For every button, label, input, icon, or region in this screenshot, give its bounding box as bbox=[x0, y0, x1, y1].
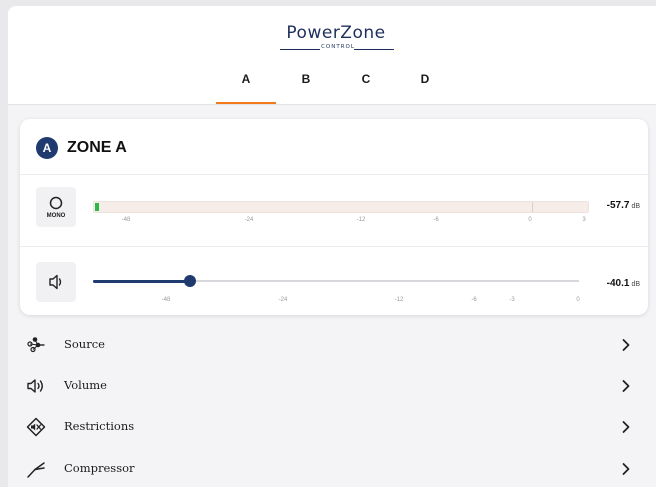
mono-toggle-button[interactable]: MONO bbox=[36, 187, 76, 227]
mono-label: MONO bbox=[46, 213, 66, 219]
source-icon bbox=[27, 337, 45, 353]
meter-readout: -57.7 dB bbox=[607, 200, 640, 211]
meter-tick: -12 bbox=[356, 217, 366, 223]
tab-d[interactable]: D bbox=[395, 70, 455, 104]
meter-tick: 3 bbox=[582, 217, 586, 223]
meter-tick: -6 bbox=[433, 217, 439, 223]
app-window: PowerZone CONTROL A B C D A ZONE A MONO bbox=[8, 6, 656, 487]
mute-button[interactable] bbox=[36, 262, 76, 302]
logo-line-left bbox=[280, 49, 320, 50]
volume-tick: -3 bbox=[509, 297, 515, 303]
zone-card: A ZONE A MONO -48 -24 -12 -6 0 3 -57.7 dB bbox=[20, 119, 648, 315]
level-meter-fill bbox=[95, 203, 99, 211]
logo-sub-text: CONTROL bbox=[321, 44, 355, 50]
volume-readout: -40.1 dB bbox=[607, 278, 640, 289]
menu-label: Volume bbox=[64, 378, 107, 392]
volume-slider-fill bbox=[93, 279, 190, 283]
volume-slider-thumb[interactable] bbox=[184, 275, 196, 287]
zone-title: ZONE A bbox=[67, 139, 127, 156]
volume-value: -40.1 bbox=[606, 278, 630, 289]
volume-tick: -48 bbox=[161, 297, 171, 303]
chevron-right-icon bbox=[622, 463, 630, 475]
menu-item-compressor[interactable]: Compressor bbox=[8, 448, 656, 487]
logo-subtitle: CONTROL bbox=[266, 44, 406, 54]
meter-tick: 0 bbox=[528, 217, 532, 223]
divider bbox=[20, 246, 648, 247]
header: PowerZone CONTROL A B C D bbox=[8, 6, 656, 105]
menu-item-volume[interactable]: Volume bbox=[8, 365, 656, 407]
chevron-right-icon bbox=[622, 339, 630, 351]
volume-tick: -12 bbox=[394, 297, 404, 303]
chevron-right-icon bbox=[622, 421, 630, 433]
level-meter bbox=[93, 201, 589, 213]
meter-tick: -24 bbox=[244, 217, 254, 223]
zone-badge: A bbox=[36, 137, 58, 159]
menu-label: Restrictions bbox=[64, 419, 135, 433]
chevron-right-icon bbox=[622, 380, 630, 392]
meter-tick: -48 bbox=[121, 217, 131, 223]
mono-circle-icon bbox=[49, 196, 63, 210]
volume-tick: -24 bbox=[278, 297, 288, 303]
volume-slider[interactable] bbox=[93, 275, 579, 287]
meter-zero-mark bbox=[532, 202, 533, 212]
divider bbox=[20, 174, 648, 175]
tab-c[interactable]: C bbox=[336, 70, 396, 104]
menu-item-source[interactable]: Source bbox=[8, 324, 656, 366]
meter-value: -57.7 bbox=[606, 200, 630, 211]
menu-label: Source bbox=[64, 337, 105, 351]
menu-label: Compressor bbox=[64, 461, 135, 475]
logo-line-right bbox=[354, 49, 394, 50]
powerzone-logo: PowerZone CONTROL bbox=[266, 23, 406, 61]
tab-a[interactable]: A bbox=[216, 70, 276, 104]
volume-tick: 0 bbox=[576, 297, 580, 303]
menu-item-restrictions[interactable]: Restrictions bbox=[8, 406, 656, 448]
tab-b[interactable]: B bbox=[276, 70, 336, 104]
logo-title: PowerZone bbox=[286, 23, 386, 43]
volume-tick: -6 bbox=[471, 297, 477, 303]
volume-icon bbox=[27, 379, 43, 393]
compressor-icon bbox=[27, 462, 45, 478]
restrictions-icon bbox=[26, 417, 46, 437]
meter-unit: dB bbox=[631, 203, 640, 210]
speaker-icon bbox=[49, 274, 62, 290]
volume-unit: dB bbox=[631, 281, 640, 288]
